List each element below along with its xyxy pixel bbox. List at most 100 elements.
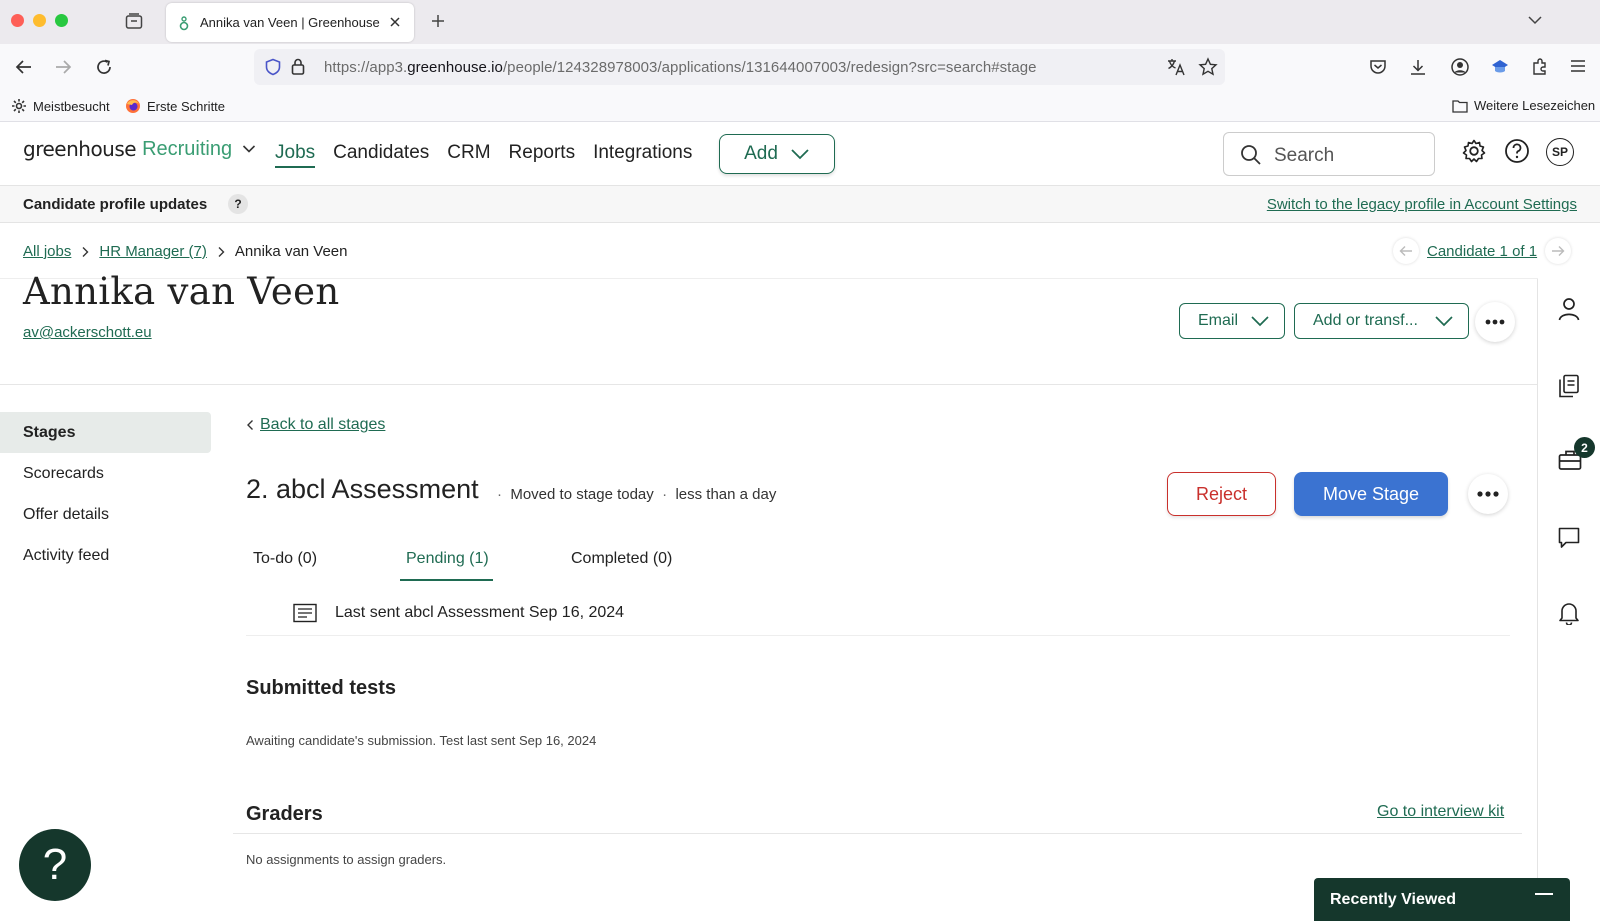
next-candidate-arrow-icon[interactable]	[1545, 238, 1572, 264]
add-button-label: Add	[744, 143, 778, 164]
star-bookmark-icon[interactable]	[1198, 57, 1218, 77]
extension-mortarboard-icon[interactable]	[1490, 57, 1510, 77]
nav-reports[interactable]: Reports	[509, 142, 576, 168]
reject-button[interactable]: Reject	[1167, 472, 1276, 516]
candidate-more-button[interactable]	[1475, 302, 1515, 342]
lock-icon[interactable]	[290, 57, 306, 77]
stage-more-button[interactable]	[1468, 474, 1508, 514]
new-tab-icon[interactable]	[430, 13, 446, 29]
bookmark-label: Meistbesucht	[33, 98, 110, 114]
interview-kit-link[interactable]: Go to interview kit	[1377, 803, 1504, 821]
browser-tab-bar: Annika van Veen | Greenhouse	[0, 0, 1600, 44]
window-close-button[interactable]	[11, 14, 24, 27]
nav-crm[interactable]: CRM	[447, 142, 490, 168]
tab-title: Annika van Veen | Greenhouse	[200, 15, 380, 30]
bookmark-first-steps[interactable]: Erste Schritte	[125, 98, 225, 114]
comment-icon[interactable]	[1558, 527, 1580, 549]
tab-todo[interactable]: To-do (0)	[253, 550, 317, 568]
url-path: /people/124328978003/applications/131644…	[502, 59, 1037, 76]
chevron-down-icon[interactable]	[242, 144, 256, 154]
bell-icon[interactable]	[1558, 601, 1580, 625]
other-bookmarks[interactable]: Weitere Lesezeichen	[1452, 98, 1595, 113]
address-bar[interactable]: https://app3.greenhouse.io/people/124328…	[254, 49, 1225, 85]
stage-meta: · Moved to stage today · less than a day	[497, 486, 777, 503]
person-icon[interactable]	[1558, 297, 1580, 321]
move-stage-button[interactable]: Move Stage	[1294, 472, 1448, 516]
documents-icon[interactable]	[1558, 374, 1580, 398]
back-arrow-icon[interactable]	[14, 57, 34, 77]
graders-empty-text: No assignments to assign graders.	[246, 852, 447, 867]
prev-candidate-arrow-icon[interactable]	[1393, 238, 1419, 264]
bookmarks-bar: Meistbesucht Erste Schritte Weitere Lese…	[0, 90, 1600, 122]
main-navigation: Jobs Candidates CRM Reports Integrations	[275, 142, 692, 168]
greenhouse-favicon-icon	[178, 15, 190, 31]
window-minimize-button[interactable]	[33, 14, 46, 27]
breadcrumb-current: Annika van Veen	[234, 243, 348, 260]
tab-overview-icon[interactable]	[125, 12, 143, 30]
profile-sidebar: Stages Scorecards Offer details Activity…	[0, 412, 211, 576]
menu-hamburger-icon[interactable]	[1569, 57, 1587, 75]
url-text[interactable]: https://app3.greenhouse.io/people/124328…	[324, 59, 1037, 76]
candidate-email-link[interactable]: av@ackerschott.eu	[23, 324, 152, 341]
back-to-stages-link[interactable]: Back to all stages	[246, 416, 385, 434]
candidate-pager-label[interactable]: Candidate 1 of 1	[1427, 243, 1537, 260]
sidebar-item-offer-details[interactable]: Offer details	[0, 494, 211, 535]
breadcrumb-job[interactable]: HR Manager (7)	[99, 243, 207, 260]
tab-pending[interactable]: Pending (1)	[406, 550, 489, 568]
add-button[interactable]: Add	[719, 134, 835, 174]
forward-arrow-icon[interactable]	[53, 57, 73, 77]
stage-moved-text: Moved to stage today	[510, 486, 654, 503]
nav-integrations[interactable]: Integrations	[593, 142, 692, 168]
sidebar-item-scorecards[interactable]: Scorecards	[0, 453, 211, 494]
help-chat-button[interactable]: ?	[19, 829, 91, 901]
sidebar-item-activity-feed[interactable]: Activity feed	[0, 535, 211, 576]
document-lines-icon	[293, 603, 317, 623]
greenhouse-logo[interactable]: greenhouse Recruiting	[23, 137, 256, 161]
stage-duration-text: less than a day	[675, 486, 777, 503]
graders-divider	[233, 833, 1522, 834]
pending-item: Last sent abcl Assessment Sep 16, 2024	[293, 603, 624, 623]
email-dropdown-button[interactable]: Email	[1179, 303, 1285, 339]
avatar[interactable]: SP	[1546, 138, 1574, 166]
nav-candidates[interactable]: Candidates	[333, 142, 429, 168]
tab-completed[interactable]: Completed (0)	[571, 550, 672, 568]
browser-tab-active[interactable]: Annika van Veen | Greenhouse	[166, 3, 414, 42]
submitted-tests-heading: Submitted tests	[246, 677, 397, 699]
window-zoom-button[interactable]	[55, 14, 68, 27]
chevron-down-icon	[1250, 315, 1270, 327]
settings-gear-icon[interactable]	[1461, 138, 1487, 164]
tab-list-chevron-icon[interactable]	[1527, 14, 1543, 26]
translate-icon[interactable]	[1166, 57, 1186, 77]
active-tab-underline	[400, 579, 493, 581]
section-divider	[0, 384, 1537, 385]
nav-jobs[interactable]: Jobs	[275, 142, 316, 168]
more-dots-icon	[1477, 491, 1499, 497]
shield-icon[interactable]	[264, 58, 282, 76]
url-domain: greenhouse.io	[407, 59, 503, 76]
pocket-icon[interactable]	[1368, 57, 1388, 77]
extensions-puzzle-icon[interactable]	[1530, 57, 1550, 77]
browser-nav-bar: https://app3.greenhouse.io/people/124328…	[0, 44, 1600, 90]
sidebar-item-stages[interactable]: Stages	[0, 412, 211, 453]
breadcrumb: All jobs HR Manager (7) Annika van Veen	[23, 243, 348, 260]
app-header: greenhouse Recruiting Jobs Candidates CR…	[0, 122, 1600, 186]
breadcrumb-all-jobs[interactable]: All jobs	[23, 243, 71, 260]
legacy-profile-link[interactable]: Switch to the legacy profile in Account …	[1267, 196, 1577, 213]
chevron-right-icon	[81, 246, 89, 258]
recently-viewed-panel[interactable]: Recently Viewed	[1314, 878, 1570, 921]
tab-close-icon[interactable]	[388, 15, 402, 29]
reload-icon[interactable]	[94, 57, 114, 77]
bookmark-most-visited[interactable]: Meistbesucht	[11, 98, 110, 114]
download-icon[interactable]	[1408, 57, 1428, 77]
account-icon[interactable]	[1450, 57, 1470, 77]
add-or-transfer-dropdown-button[interactable]: Add or transf...	[1294, 303, 1469, 339]
search-icon	[1240, 144, 1262, 166]
candidate-name: Annika van Veen	[23, 270, 340, 313]
notice-title: Candidate profile updates	[23, 196, 208, 213]
minimize-icon[interactable]	[1535, 893, 1553, 895]
search-input[interactable]: Search	[1223, 132, 1435, 176]
notice-help-button[interactable]: ?	[228, 194, 248, 214]
pending-item-text: Last sent abcl Assessment Sep 16, 2024	[335, 604, 625, 621]
profile-update-notice: Candidate profile updates ? Switch to th…	[0, 186, 1600, 223]
help-circle-icon[interactable]	[1504, 138, 1530, 164]
